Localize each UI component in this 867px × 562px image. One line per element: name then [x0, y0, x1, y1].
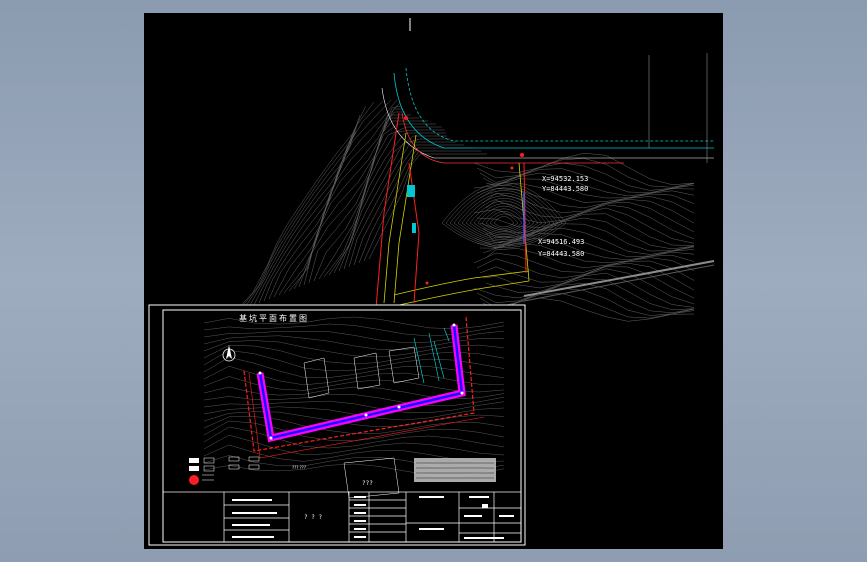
upper-road: [381, 53, 714, 164]
inset-title: 基坑平面布置图: [239, 313, 309, 323]
inset-sheet: 基坑平面布置图 ??? ??? ??? ? ? ?: [148, 304, 526, 546]
cad-drawing: X=94532.153 Y=84443.580 X=94516.493 Y=84…: [148, 18, 715, 546]
stamp-text: ???: [362, 480, 373, 487]
contour-lines: [233, 99, 695, 322]
coord-y1: Y=84443.580: [542, 185, 588, 193]
titleblock-center: ? ? ?: [304, 514, 322, 521]
road-line: [523, 260, 715, 297]
coord-x2: X=94516.493: [538, 238, 584, 246]
plan-note: ??? ???: [292, 465, 306, 470]
coord-x1: X=94532.153: [542, 175, 588, 183]
cad-viewport[interactable]: X=94532.153 Y=84443.580 X=94516.493 Y=84…: [144, 13, 723, 549]
structures: [407, 185, 416, 233]
coord-y2: Y=84443.580: [538, 250, 584, 258]
